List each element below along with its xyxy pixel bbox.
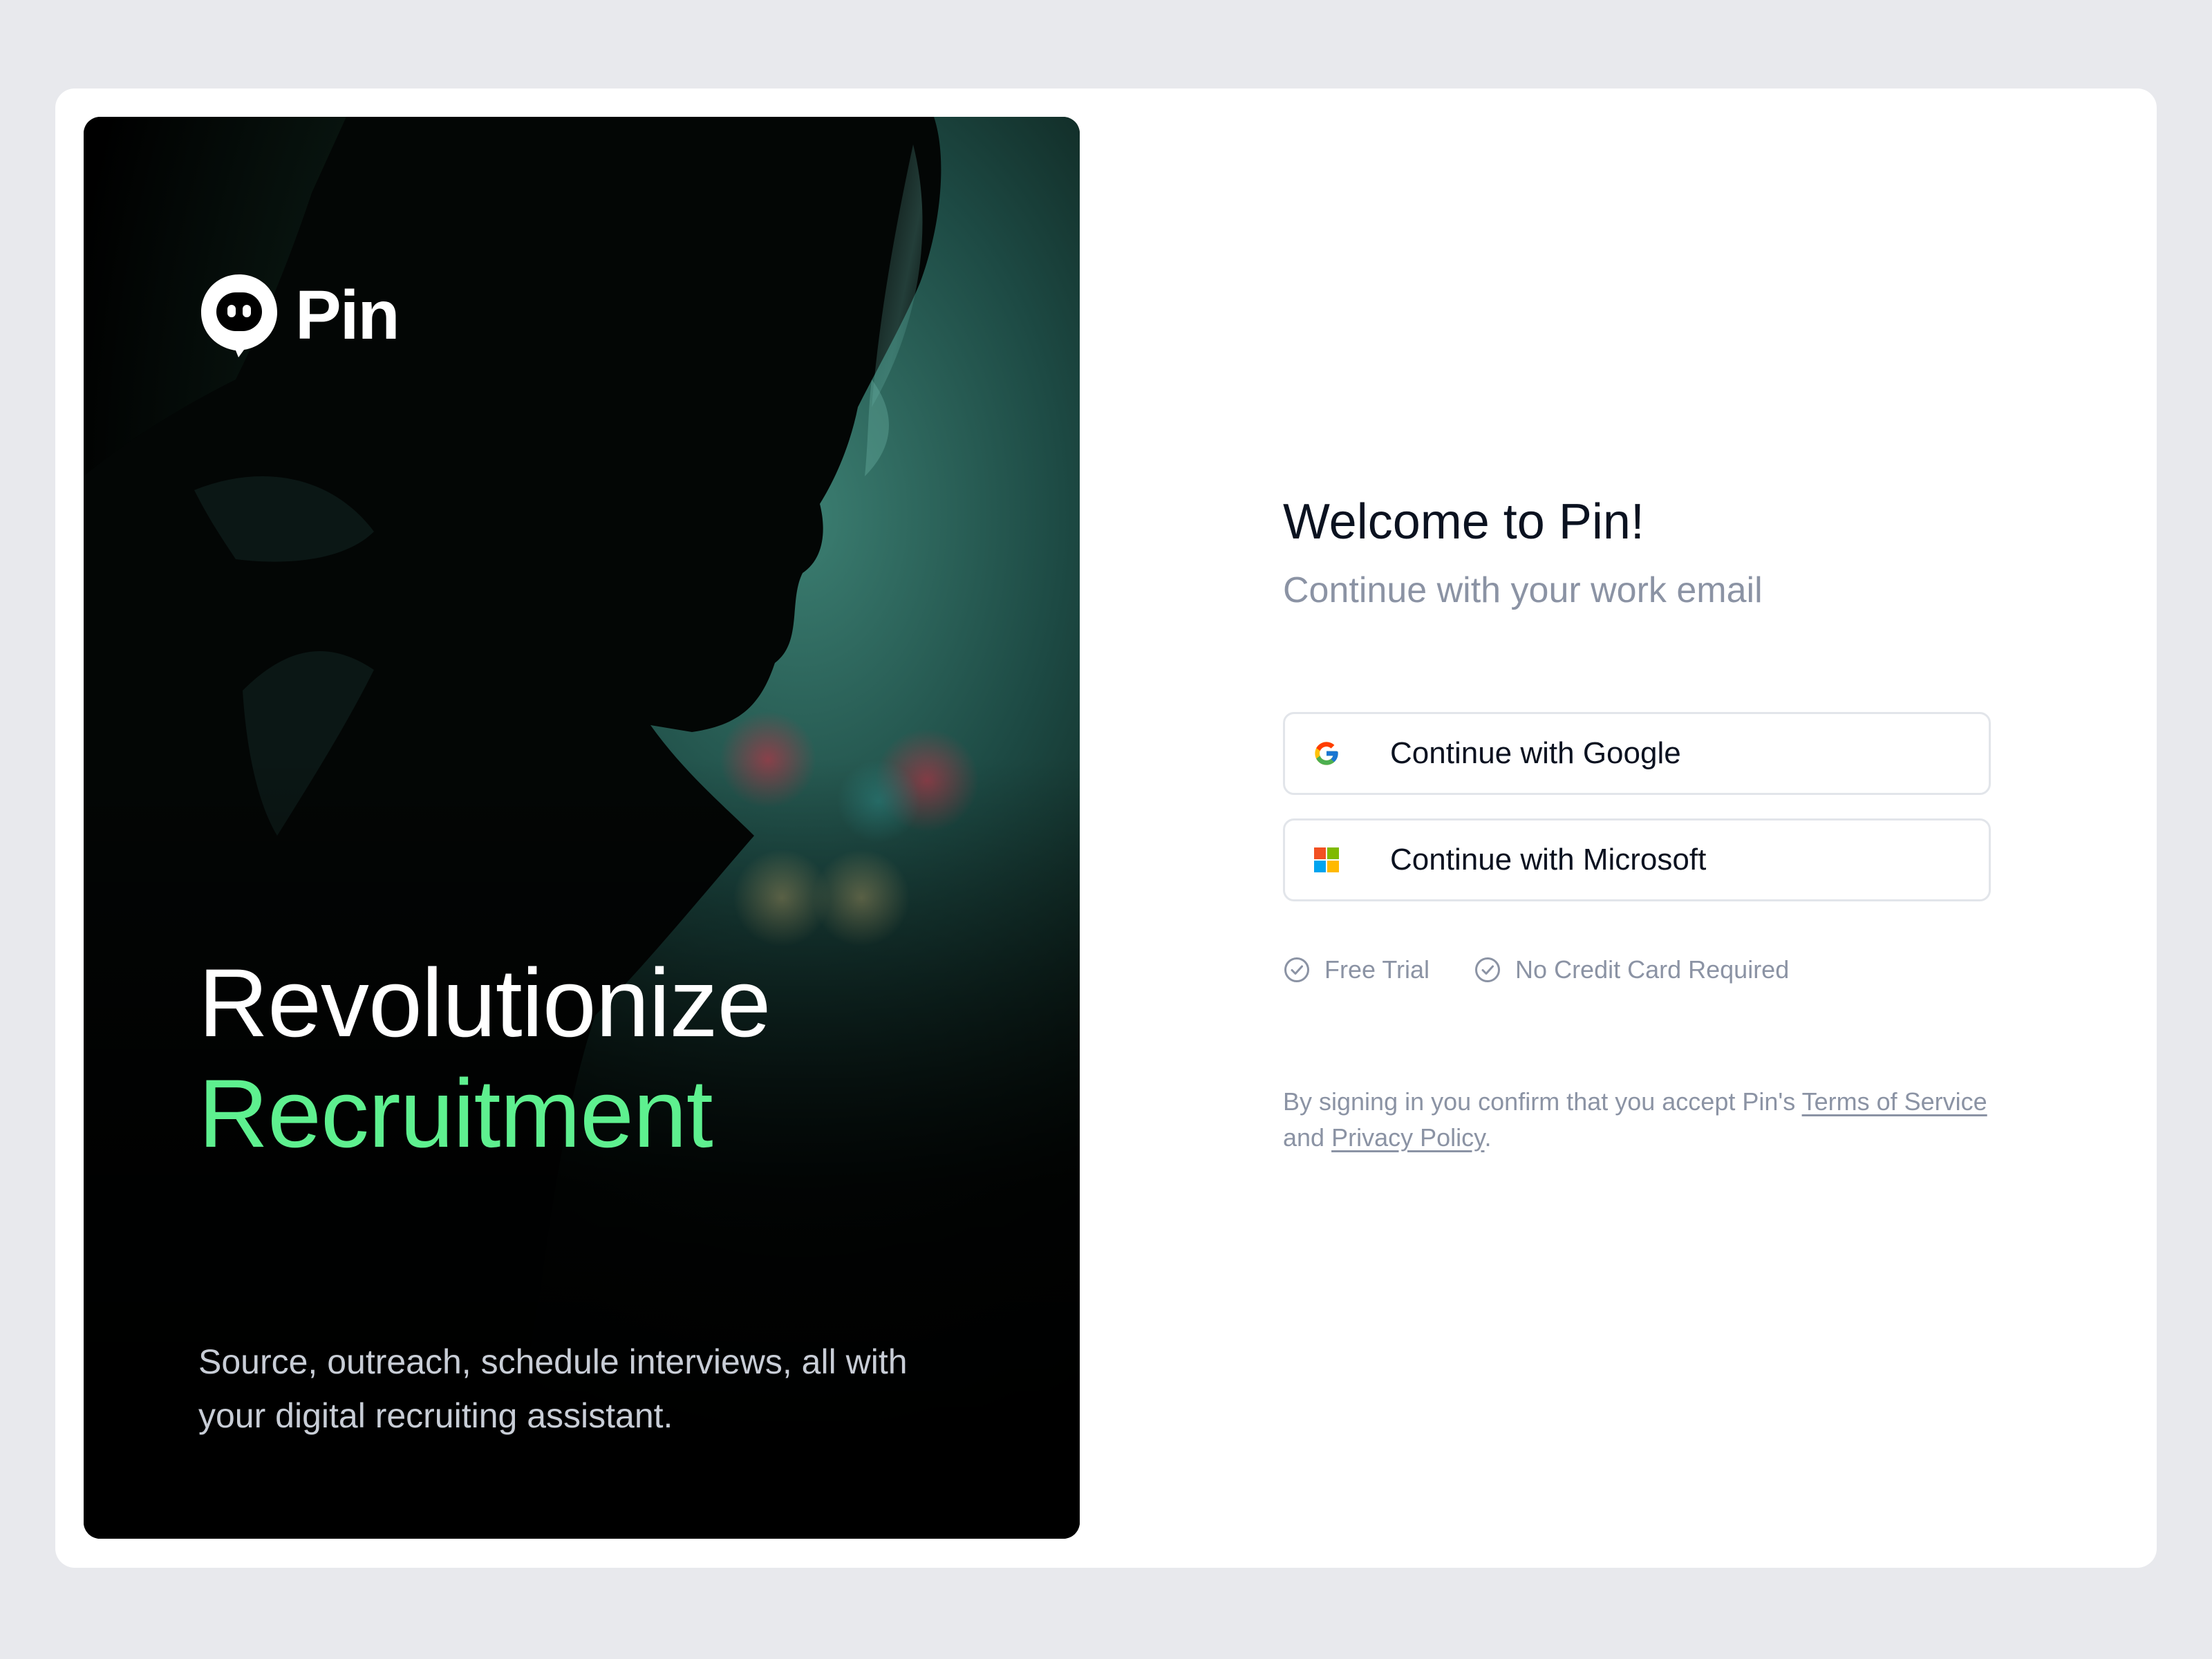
microsoft-icon — [1314, 847, 1339, 872]
perk-free-trial: Free Trial — [1283, 955, 1430, 984]
google-button-label: Continue with Google — [1390, 736, 1681, 770]
legal-prefix: By signing in you confirm that you accep… — [1283, 1087, 1802, 1116]
google-icon — [1315, 742, 1338, 765]
terms-of-service-link[interactable]: Terms of Service — [1802, 1087, 1987, 1116]
legal-suffix: . — [1484, 1123, 1492, 1152]
legal-middle: and — [1283, 1123, 1332, 1152]
microsoft-button-label: Continue with Microsoft — [1390, 843, 1707, 877]
pin-logo-icon — [201, 274, 277, 357]
headline-line-2: Recruitment — [198, 1059, 713, 1168]
page-subtitle: Continue with your work email — [1283, 570, 1763, 610]
legal-notice: By signing in you confirm that you accep… — [1283, 1084, 1991, 1156]
headline-line-1: Revolutionize — [198, 948, 771, 1057]
privacy-policy-link[interactable]: Privacy Policy — [1331, 1123, 1484, 1152]
page-title: Welcome to Pin! — [1283, 494, 1644, 550]
login-card: Pin Revolutionize Recruitment Source, ou… — [55, 88, 2157, 1568]
perk-label: Free Trial — [1324, 955, 1430, 984]
brand-name: Pin — [295, 276, 400, 354]
check-circle-icon — [1475, 957, 1501, 982]
hero-tagline: Source, outreach, schedule interviews, a… — [198, 1342, 908, 1435]
perk-no-credit-card: No Credit Card Required — [1474, 955, 1789, 984]
perk-label: No Credit Card Required — [1515, 955, 1790, 984]
hero-headline: Revolutionize Recruitment — [198, 948, 771, 1169]
hero-panel: Pin Revolutionize Recruitment Source, ou… — [84, 117, 1080, 1539]
perks-list: Free Trial No Credit Card Required — [1283, 955, 1833, 984]
continue-with-google-button[interactable]: Continue with Google — [1283, 712, 1991, 795]
continue-with-microsoft-button[interactable]: Continue with Microsoft — [1283, 818, 1991, 901]
brand-logo: Pin — [198, 272, 400, 359]
check-circle-icon — [1284, 957, 1309, 982]
